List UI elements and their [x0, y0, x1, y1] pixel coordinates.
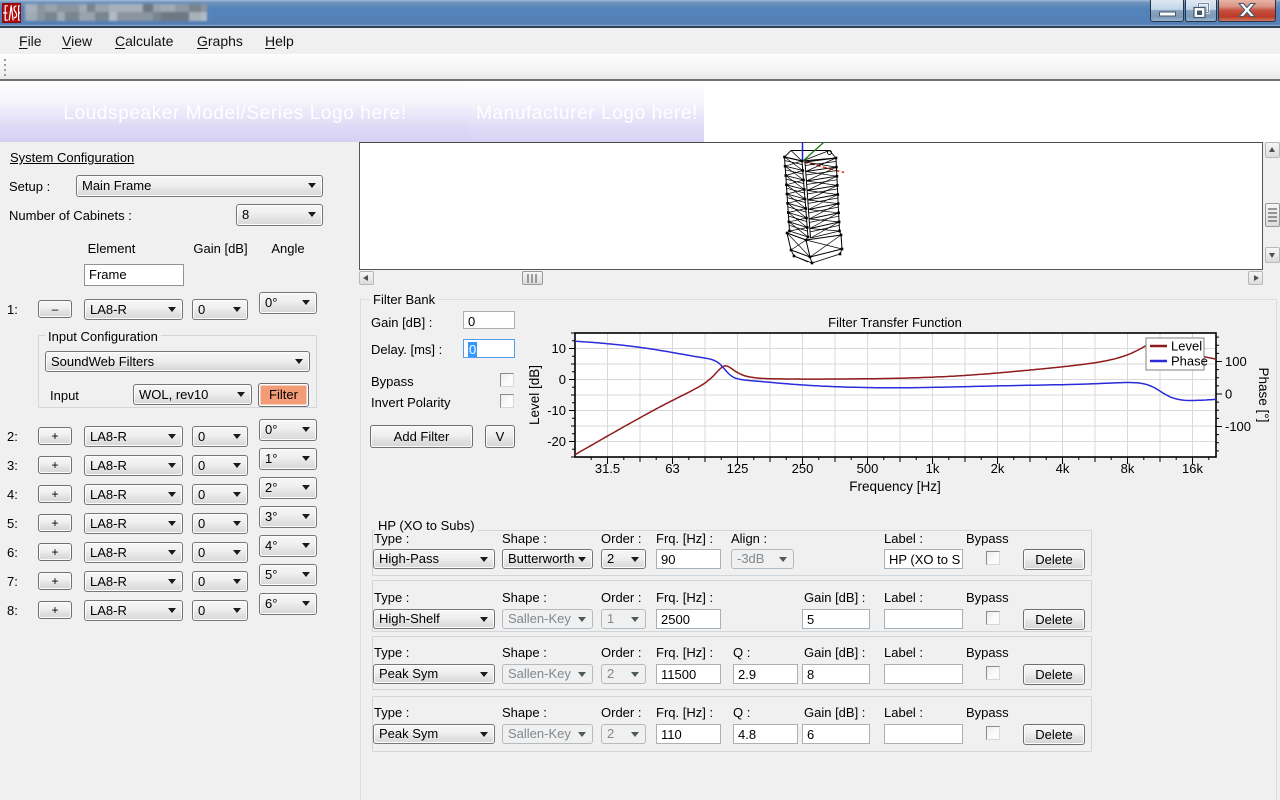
svg-text:0: 0 [1225, 387, 1232, 402]
svg-text:31.5: 31.5 [595, 461, 620, 476]
svg-text:10: 10 [552, 341, 566, 356]
svg-text:100: 100 [1225, 354, 1247, 369]
svg-text:250: 250 [792, 461, 814, 476]
svg-text:Filter Transfer Function: Filter Transfer Function [828, 315, 962, 330]
svg-text:8k: 8k [1121, 461, 1135, 476]
svg-text:16k: 16k [1182, 461, 1203, 476]
svg-text:Level [dB]: Level [dB] [527, 365, 542, 425]
svg-text:1k: 1k [926, 461, 940, 476]
svg-text:-10: -10 [547, 403, 566, 418]
svg-text:Phase [°]: Phase [°] [1256, 368, 1271, 423]
svg-text:Level: Level [1171, 339, 1202, 354]
svg-text:63: 63 [665, 461, 679, 476]
svg-text:500: 500 [857, 461, 879, 476]
svg-text:0: 0 [559, 372, 566, 387]
svg-text:Phase: Phase [1171, 354, 1208, 369]
svg-text:-20: -20 [547, 434, 566, 449]
svg-text:2k: 2k [991, 461, 1005, 476]
svg-text:Frequency [Hz]: Frequency [Hz] [849, 479, 941, 494]
svg-text:125: 125 [727, 461, 749, 476]
svg-text:-100: -100 [1225, 419, 1251, 434]
svg-text:4k: 4k [1056, 461, 1070, 476]
